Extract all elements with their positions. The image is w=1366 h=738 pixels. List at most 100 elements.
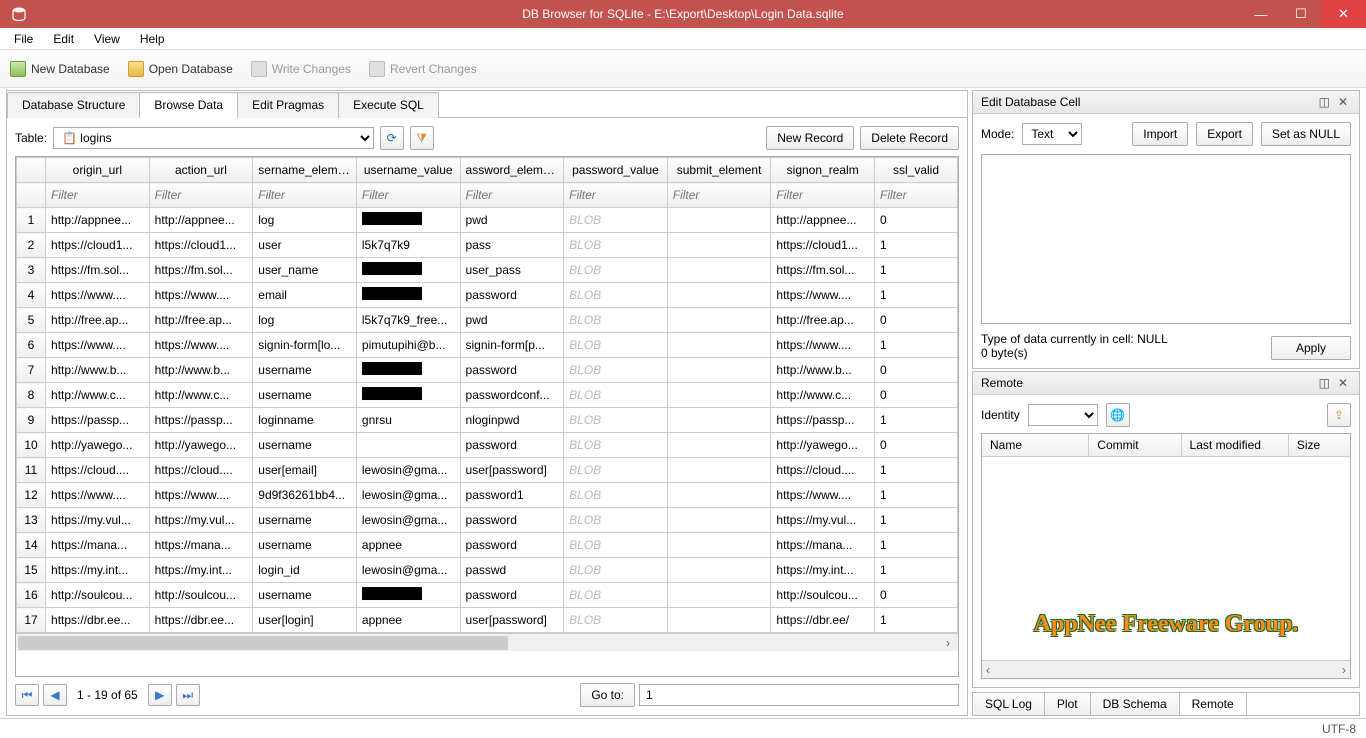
cell[interactable]: 0: [875, 308, 958, 333]
filter-password_value[interactable]: [569, 188, 662, 202]
filter-sername_element[interactable]: [258, 188, 351, 202]
new-database-button[interactable]: New Database: [10, 61, 110, 77]
cell[interactable]: https://my.int...: [46, 558, 150, 583]
remote-hscroll[interactable]: ‹›: [982, 660, 1350, 678]
cell[interactable]: username: [253, 583, 357, 608]
cell[interactable]: user: [253, 233, 357, 258]
cell[interactable]: password: [460, 508, 564, 533]
panel-float-icon[interactable]: ◫: [1316, 95, 1333, 109]
table-row[interactable]: 11https://cloud....https://cloud....user…: [17, 458, 958, 483]
menu-file[interactable]: File: [4, 30, 43, 48]
cell[interactable]: https://fm.sol...: [149, 258, 253, 283]
cell[interactable]: 1: [875, 508, 958, 533]
table-row[interactable]: 8http://www.c...http://www.c...usernamep…: [17, 383, 958, 408]
cell[interactable]: password: [460, 433, 564, 458]
cell[interactable]: user_name: [253, 258, 357, 283]
cell[interactable]: 0: [875, 433, 958, 458]
grid-hscroll[interactable]: ›: [16, 633, 958, 651]
table-row[interactable]: 9https://passp...https://passp...loginna…: [17, 408, 958, 433]
col-sername_element[interactable]: sername_element: [253, 158, 357, 183]
mode-select[interactable]: Text: [1022, 123, 1082, 145]
cell[interactable]: https://mana...: [46, 533, 150, 558]
col-origin_url[interactable]: origin_url: [46, 158, 150, 183]
cell[interactable]: [667, 483, 771, 508]
col-name[interactable]: Name: [982, 434, 1089, 456]
pager-prev-button[interactable]: ◀: [43, 684, 67, 706]
cell[interactable]: [667, 383, 771, 408]
cell[interactable]: appnee: [356, 533, 460, 558]
filter-assword_element[interactable]: [466, 188, 559, 202]
cell[interactable]: 1: [875, 533, 958, 558]
col-submit_element[interactable]: submit_element: [667, 158, 771, 183]
table-row[interactable]: 16http://soulcou...http://soulcou...user…: [17, 583, 958, 608]
cell[interactable]: username: [253, 383, 357, 408]
filter-ssl_valid[interactable]: [880, 188, 952, 202]
cell[interactable]: https://my.int...: [771, 558, 875, 583]
menu-help[interactable]: Help: [130, 30, 175, 48]
cell[interactable]: l5k7q7k9: [356, 233, 460, 258]
cell[interactable]: http://free.ap...: [149, 308, 253, 333]
cell[interactable]: passwd: [460, 558, 564, 583]
table-row[interactable]: 15https://my.int...https://my.int...logi…: [17, 558, 958, 583]
cell[interactable]: user_pass: [460, 258, 564, 283]
panel-close-icon[interactable]: ✕: [1335, 376, 1351, 390]
cell[interactable]: https://passp...: [46, 408, 150, 433]
tab-browse-data[interactable]: Browse Data: [139, 92, 238, 118]
cell[interactable]: https://cloud1...: [771, 233, 875, 258]
table-row[interactable]: 5http://free.ap...http://free.ap...logl5…: [17, 308, 958, 333]
cell[interactable]: username: [253, 533, 357, 558]
cell[interactable]: pimutupihi@b...: [356, 333, 460, 358]
cell[interactable]: user[email]: [253, 458, 357, 483]
cell[interactable]: 1: [875, 333, 958, 358]
cell[interactable]: https://www....: [149, 283, 253, 308]
revert-changes-button[interactable]: Revert Changes: [369, 61, 477, 77]
cell[interactable]: BLOB: [564, 558, 668, 583]
cell[interactable]: signin-form[lo...: [253, 333, 357, 358]
cell[interactable]: http://yawego...: [149, 433, 253, 458]
cell[interactable]: http://appnee...: [149, 208, 253, 233]
cell[interactable]: https://passp...: [149, 408, 253, 433]
cell[interactable]: username: [253, 433, 357, 458]
panel-float-icon[interactable]: ◫: [1316, 376, 1333, 390]
cell[interactable]: [356, 383, 460, 408]
cell[interactable]: https://dbr.ee...: [149, 608, 253, 633]
table-row[interactable]: 1http://appnee...http://appnee...logpwdB…: [17, 208, 958, 233]
cell[interactable]: BLOB: [564, 383, 668, 408]
cell[interactable]: BLOB: [564, 483, 668, 508]
cell[interactable]: 0: [875, 583, 958, 608]
cell[interactable]: [667, 333, 771, 358]
cell[interactable]: [356, 208, 460, 233]
pager-next-button[interactable]: ▶: [148, 684, 172, 706]
cell[interactable]: http://www.b...: [771, 358, 875, 383]
cell[interactable]: BLOB: [564, 258, 668, 283]
remote-push-button[interactable]: ⇪: [1327, 403, 1351, 427]
cell[interactable]: https://my.int...: [149, 558, 253, 583]
cell[interactable]: [667, 583, 771, 608]
cell[interactable]: https://cloud1...: [149, 233, 253, 258]
open-database-button[interactable]: Open Database: [128, 61, 233, 77]
cell[interactable]: BLOB: [564, 458, 668, 483]
cell[interactable]: [667, 558, 771, 583]
cell[interactable]: BLOB: [564, 233, 668, 258]
cell[interactable]: [667, 358, 771, 383]
apply-button[interactable]: Apply: [1271, 336, 1351, 360]
cell[interactable]: password: [460, 358, 564, 383]
cell[interactable]: password: [460, 583, 564, 608]
cell[interactable]: BLOB: [564, 283, 668, 308]
cell[interactable]: https://mana...: [771, 533, 875, 558]
cell[interactable]: BLOB: [564, 608, 668, 633]
cell[interactable]: http://yawego...: [771, 433, 875, 458]
cell[interactable]: 1: [875, 233, 958, 258]
cell-editor[interactable]: [981, 154, 1351, 324]
cell[interactable]: password: [460, 283, 564, 308]
cell[interactable]: http://www.b...: [149, 358, 253, 383]
cell[interactable]: BLOB: [564, 358, 668, 383]
cell[interactable]: l5k7q7k9_free...: [356, 308, 460, 333]
cell[interactable]: pwd: [460, 308, 564, 333]
cell[interactable]: http://free.ap...: [46, 308, 150, 333]
cell[interactable]: http://yawego...: [46, 433, 150, 458]
cell[interactable]: http://soulcou...: [46, 583, 150, 608]
identity-select[interactable]: [1028, 404, 1098, 426]
cell[interactable]: https://my.vul...: [46, 508, 150, 533]
cell[interactable]: https://www....: [149, 333, 253, 358]
